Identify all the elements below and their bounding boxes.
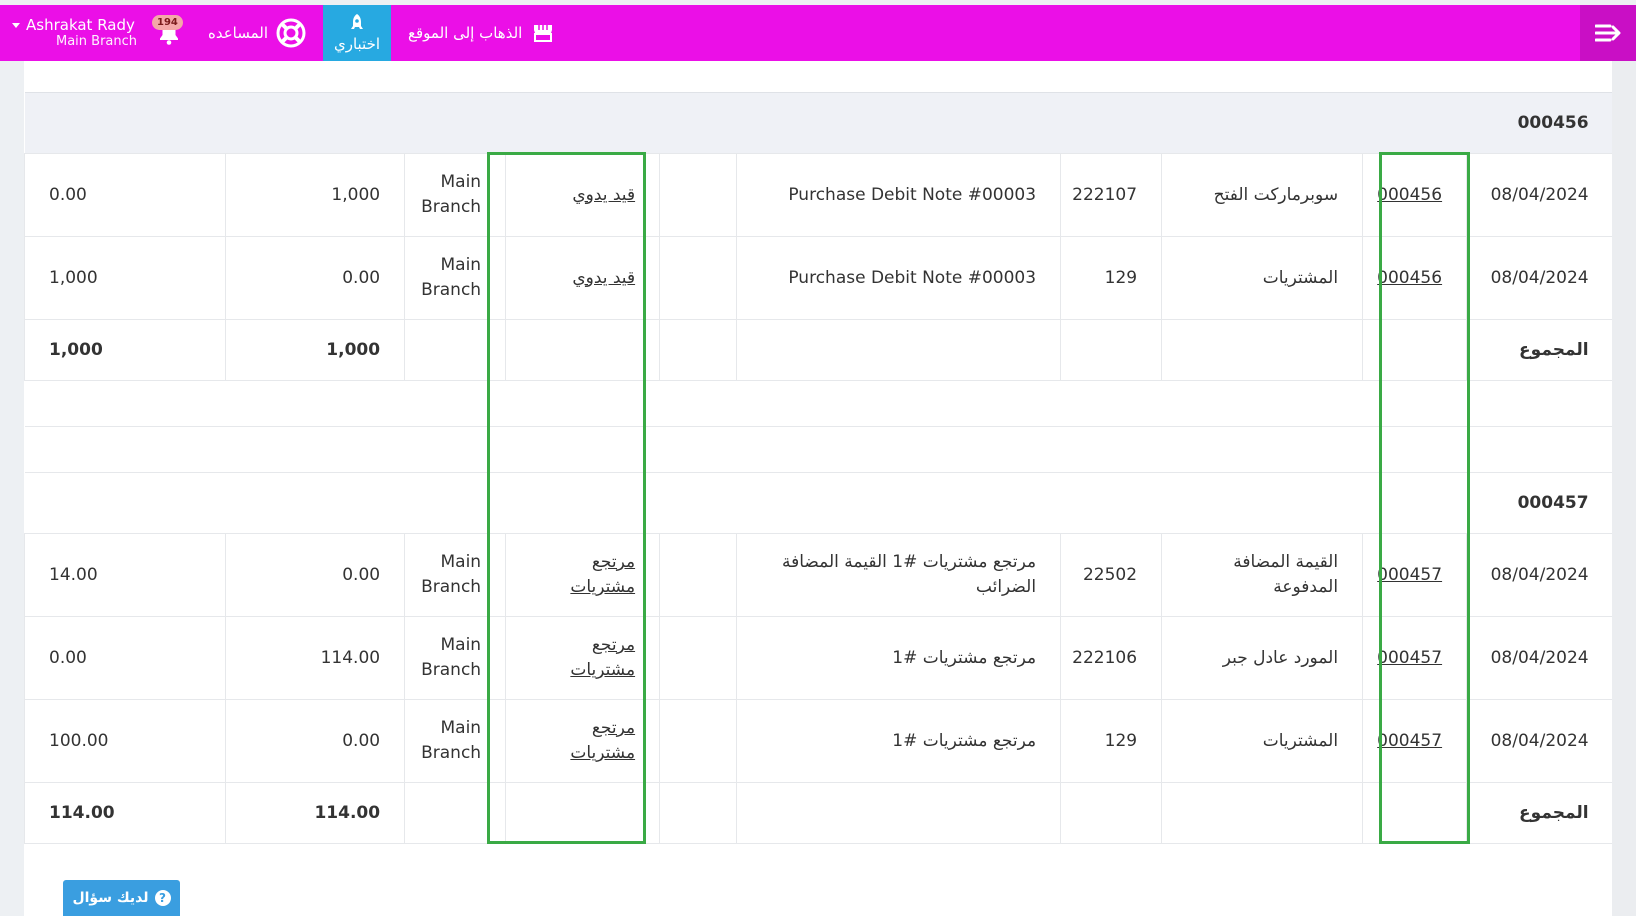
entry-number-link[interactable]: 000456 xyxy=(1377,185,1442,205)
entry-number-link[interactable]: 000457 xyxy=(1377,648,1442,668)
empty-cell xyxy=(659,699,737,783)
try-button[interactable]: اختباري xyxy=(323,5,391,61)
entry-number-link[interactable]: 000456 xyxy=(1377,268,1442,288)
scrollbar-track[interactable] xyxy=(1612,61,1636,916)
branch-name: Main Branch xyxy=(404,236,506,320)
table-row: 08/04/2024 000457 المشتريات 129 مرتجع مش… xyxy=(23,699,1613,783)
entry-description: Purchase Debit Note #00003 xyxy=(736,236,1061,320)
account-code: 222106 xyxy=(1060,616,1162,700)
notifications-button[interactable]: 194 xyxy=(152,5,186,61)
branch-name: Main Branch xyxy=(404,699,506,783)
lifebuoy-icon xyxy=(276,18,306,48)
branch-name: Main Branch xyxy=(404,616,506,700)
account-code: 129 xyxy=(1060,236,1162,320)
ask-question-button[interactable]: لديك سؤال ? xyxy=(63,880,180,916)
table-row: 08/04/2024 000457 القيمة المضافة المدفوع… xyxy=(23,533,1613,617)
account-name: المشتريات xyxy=(1161,236,1363,320)
sidebar-toggle-button[interactable] xyxy=(1580,5,1636,61)
debit-amount: 0.00 xyxy=(225,699,405,783)
credit-amount: 14.00 xyxy=(23,533,226,617)
journal-entries-table: 000456 08/04/2024 000456 سوبرماركت الفتح… xyxy=(23,92,1613,890)
credit-amount: 0.00 xyxy=(23,153,226,237)
group-header-row: 000456 xyxy=(24,92,1613,154)
question-icon: ? xyxy=(154,890,171,906)
help-label: المساعده xyxy=(208,24,269,42)
account-name: المورد عادل جبر xyxy=(1161,616,1363,700)
total-row: المجموع 114.00 114.00 xyxy=(23,782,1613,844)
ask-question-label: لديك سؤال xyxy=(72,890,149,906)
user-branch: Main Branch xyxy=(56,34,138,49)
entry-description: Purchase Debit Note #00003 xyxy=(736,153,1061,237)
total-row: المجموع 1,000 1,000 xyxy=(23,319,1613,381)
empty-cell xyxy=(659,533,737,617)
credit-amount: 100.00 xyxy=(23,699,226,783)
source-link[interactable]: قيد يدوي xyxy=(572,268,635,288)
entry-number-link[interactable]: 000457 xyxy=(1377,565,1442,585)
journal-report-card: 000456 08/04/2024 000456 سوبرماركت الفتح… xyxy=(23,61,1613,916)
empty-cell xyxy=(659,236,737,320)
table-row: 08/04/2024 000457 المورد عادل جبر 222106… xyxy=(23,616,1613,700)
debit-amount: 0.00 xyxy=(225,533,405,617)
try-label: اختباري xyxy=(333,35,381,53)
entry-date: 08/04/2024 xyxy=(1466,153,1613,237)
entry-description: مرتجع مشتريات #1 xyxy=(736,616,1061,700)
branch-name: Main Branch xyxy=(404,533,506,617)
caret-down-icon xyxy=(12,22,20,28)
account-code: 222107 xyxy=(1060,153,1162,237)
account-name: المشتريات xyxy=(1161,699,1363,783)
total-credit: 1,000 xyxy=(23,319,226,381)
total-credit: 114.00 xyxy=(23,782,226,844)
entry-description: مرتجع مشتريات #1 القيمة المضافة الضرائب xyxy=(736,533,1061,617)
total-label: المجموع xyxy=(1466,319,1613,381)
empty-cell xyxy=(659,616,737,700)
credit-amount: 0.00 xyxy=(23,616,226,700)
entry-description: مرتجع مشتريات #1 xyxy=(736,699,1061,783)
source-link[interactable]: مرتجع مشتريات xyxy=(570,552,635,597)
debit-amount: 1,000 xyxy=(225,153,405,237)
entry-date: 08/04/2024 xyxy=(1466,236,1613,320)
account-name: القيمة المضافة المدفوعة xyxy=(1161,533,1363,617)
account-code: 129 xyxy=(1060,699,1162,783)
account-name: سوبرماركت الفتح xyxy=(1161,153,1363,237)
notifications-badge: 194 xyxy=(152,15,183,30)
spacer-row xyxy=(24,380,1613,427)
spacer-row xyxy=(24,843,1613,890)
entry-date: 08/04/2024 xyxy=(1466,533,1613,617)
entry-number-link[interactable]: 000457 xyxy=(1377,731,1442,751)
user-menu[interactable]: Ashrakat Rady Main Branch xyxy=(12,5,137,61)
debit-amount: 0.00 xyxy=(225,236,405,320)
go-to-site-label: الذهاب إلى الموقع xyxy=(408,24,523,42)
group-title: 000457 xyxy=(24,472,1613,534)
source-link[interactable]: قيد يدوي xyxy=(572,185,635,205)
total-label: المجموع xyxy=(1466,782,1613,844)
empty-cell xyxy=(659,153,737,237)
total-debit: 114.00 xyxy=(225,782,405,844)
entry-date: 08/04/2024 xyxy=(1466,699,1613,783)
go-to-site-link[interactable]: الذهاب إلى الموقع xyxy=(408,5,554,61)
group-header-row: 000457 xyxy=(24,472,1613,534)
user-name: Ashrakat Rady xyxy=(26,16,135,34)
spacer-row xyxy=(24,426,1613,473)
table-row: 08/04/2024 000456 سوبرماركت الفتح 222107… xyxy=(23,153,1613,237)
credit-amount: 1,000 xyxy=(23,236,226,320)
table-row: 08/04/2024 000456 المشتريات 129 Purchase… xyxy=(23,236,1613,320)
group-title: 000456 xyxy=(24,92,1613,154)
source-link[interactable]: مرتجع مشتريات xyxy=(570,635,635,680)
debit-amount: 114.00 xyxy=(225,616,405,700)
top-navbar: Ashrakat Rady Main Branch 194 المساعده ا… xyxy=(0,5,1636,61)
rocket-icon xyxy=(351,14,363,29)
account-code: 22502 xyxy=(1060,533,1162,617)
total-debit: 1,000 xyxy=(225,319,405,381)
branch-name: Main Branch xyxy=(404,153,506,237)
entry-date: 08/04/2024 xyxy=(1466,616,1613,700)
help-link[interactable]: المساعده xyxy=(208,5,306,61)
source-link[interactable]: مرتجع مشتريات xyxy=(570,718,635,763)
menu-arrow-icon xyxy=(1595,24,1621,42)
store-icon xyxy=(534,25,553,42)
